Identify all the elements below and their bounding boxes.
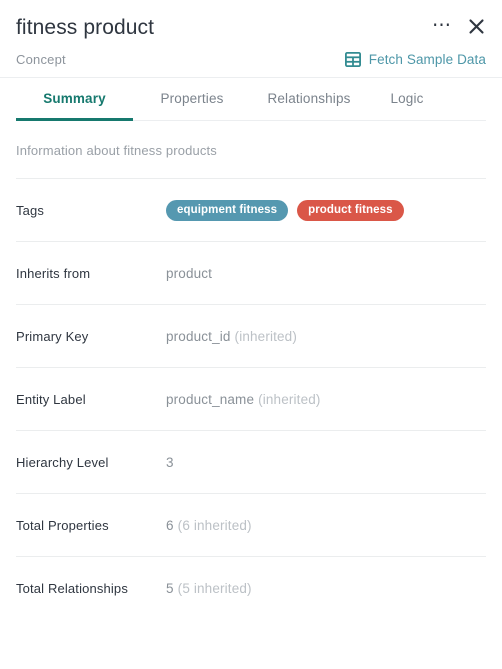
panel-header: fitness product ⋯ Concept Fetch Sample D… [0, 0, 502, 78]
tags-list: equipment fitness product fitness [166, 199, 404, 221]
tab-relationships[interactable]: Relationships [251, 78, 367, 121]
detail-row-total-properties: Total Properties 6 (6 inherited) [16, 494, 486, 557]
row-value-note: (5 inherited) [177, 581, 252, 596]
detail-row-primary-key: Primary Key product_id (inherited) [16, 305, 486, 368]
row-label-total-relationships: Total Relationships [16, 581, 128, 596]
tag-chip-product-fitness[interactable]: product fitness [297, 199, 404, 221]
tab-logic[interactable]: Logic [367, 78, 447, 121]
fetch-sample-data-button[interactable]: Fetch Sample Data [344, 52, 486, 67]
row-label-hierarchy-level: Hierarchy Level [16, 454, 109, 470]
detail-row-entity-label: Entity Label product_name (inherited) [16, 368, 486, 431]
tag-chip-equipment-fitness[interactable]: equipment fitness [166, 199, 289, 221]
panel-header-bottom: Concept Fetch Sample Data [16, 52, 486, 67]
entity-type-label: Concept [16, 52, 66, 67]
row-label-inherits-from: Inherits from [16, 265, 91, 281]
row-value-entity-label: product_name (inherited) [166, 392, 321, 407]
page-title: fitness product [16, 16, 155, 39]
more-options-button[interactable]: ⋯ [432, 16, 452, 36]
detail-row-tags: Tags equipment fitness product fitness [16, 179, 486, 242]
tab-properties[interactable]: Properties [133, 78, 251, 121]
row-value-text: 6 [166, 517, 174, 533]
table-grid-icon [344, 52, 361, 67]
detail-row-total-relationships: Total Relationships 5 (5 inherited) [16, 557, 486, 620]
row-value-inherits-from: product [166, 266, 216, 281]
row-label-total-properties: Total Properties [16, 517, 109, 533]
row-label-entity-label: Entity Label [16, 391, 86, 407]
close-icon [468, 18, 484, 34]
detail-row-inherits-from: Inherits from product [16, 242, 486, 305]
row-value-text: product_name [166, 391, 255, 407]
row-label-primary-key: Primary Key [16, 328, 89, 344]
panel-header-top: fitness product ⋯ [16, 14, 486, 41]
row-value-hierarchy-level: 3 [166, 455, 178, 470]
row-value-total-relationships: 5 (5 inherited) [166, 581, 252, 596]
tabs-container: Summary Properties Relationships Logic [0, 78, 502, 121]
row-value-primary-key: product_id (inherited) [166, 329, 297, 344]
header-actions: ⋯ [432, 14, 486, 36]
summary-content: Information about fitness products Tags … [0, 121, 502, 620]
entity-description: Information about fitness products [16, 121, 486, 179]
row-value-note: (inherited) [234, 328, 297, 344]
close-button[interactable] [466, 16, 486, 36]
fetch-sample-data-label: Fetch Sample Data [368, 52, 486, 67]
tab-bar: Summary Properties Relationships Logic [16, 78, 486, 121]
row-label-tags: Tags [16, 202, 45, 218]
row-value-text: 3 [166, 454, 174, 470]
row-value-text: product_id [166, 328, 231, 344]
tab-summary[interactable]: Summary [16, 78, 133, 121]
more-horizontal-icon: ⋯ [432, 15, 452, 36]
row-value-text: 5 [166, 581, 174, 596]
row-value-text: product [166, 265, 213, 281]
row-value-note: (inherited) [258, 391, 321, 407]
detail-row-hierarchy-level: Hierarchy Level 3 [16, 431, 486, 494]
row-value-note: (6 inherited) [177, 517, 252, 533]
entity-detail-panel: fitness product ⋯ Concept Fetch Sample D… [0, 0, 502, 669]
row-value-total-properties: 6 (6 inherited) [166, 518, 252, 533]
